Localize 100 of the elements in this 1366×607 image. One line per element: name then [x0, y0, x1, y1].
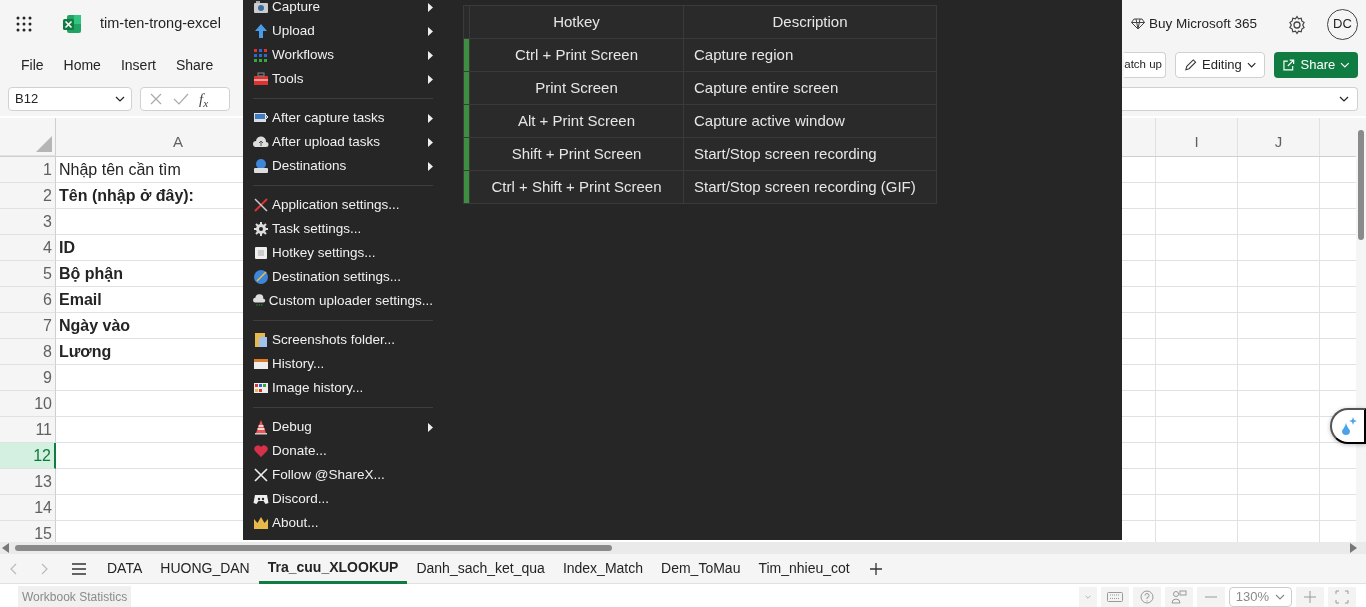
app-launcher-icon[interactable]: [16, 16, 32, 32]
row-header[interactable]: 8: [0, 339, 56, 365]
scroll-right-icon[interactable]: [1350, 543, 1358, 553]
catch-up-button[interactable]: atch up: [1124, 52, 1166, 78]
zoom-dropdown[interactable]: 130%: [1228, 586, 1292, 607]
table-cell[interactable]: [1156, 391, 1238, 417]
table-cell[interactable]: [1238, 417, 1320, 443]
zoom-out-button[interactable]: [1196, 586, 1225, 607]
table-cell[interactable]: [1156, 235, 1238, 261]
menu-item[interactable]: Tools: [253, 67, 433, 91]
table-cell[interactable]: [1238, 235, 1320, 261]
sheet-tab[interactable]: Dem_ToMau: [652, 553, 750, 584]
ribbon-tab[interactable]: Home: [53, 54, 111, 76]
scrollbar[interactable]: [15, 545, 612, 551]
menu-item[interactable]: Destination settings...: [253, 265, 433, 289]
table-cell[interactable]: [1156, 469, 1238, 495]
table-cell[interactable]: [1238, 365, 1320, 391]
select-all-icon[interactable]: [36, 136, 52, 152]
menu-item[interactable]: Task settings...: [253, 217, 433, 241]
scroll-left-icon[interactable]: [2, 543, 10, 553]
row-header[interactable]: 1: [0, 157, 56, 183]
document-title[interactable]: tim-ten-trong-excel: [100, 13, 221, 35]
ribbon-tab[interactable]: Share: [165, 54, 224, 76]
menu-item[interactable]: Discord...: [253, 487, 433, 511]
sheet-tab[interactable]: Index_Match: [553, 553, 653, 584]
row-header[interactable]: 4: [0, 235, 56, 261]
ribbon-tab[interactable]: File: [11, 54, 54, 76]
table-cell[interactable]: [1238, 157, 1320, 183]
fullscreen-button[interactable]: [1328, 586, 1356, 607]
menu-item[interactable]: Application settings...: [253, 193, 433, 217]
ribbon-tab[interactable]: Insert: [110, 54, 166, 76]
menu-item[interactable]: Custom uploader settings...: [253, 289, 433, 313]
row-header[interactable]: 14: [0, 495, 56, 521]
table-cell[interactable]: [1238, 391, 1320, 417]
row-header[interactable]: 2: [0, 183, 56, 209]
column-header[interactable]: A: [56, 118, 243, 156]
row-header[interactable]: 13: [0, 469, 56, 495]
chevron-down-icon[interactable]: [115, 96, 125, 102]
menu-item[interactable]: Screenshots folder...: [253, 328, 433, 352]
table-cell[interactable]: [1156, 287, 1238, 313]
menu-item[interactable]: Upload: [253, 19, 433, 43]
row-header[interactable]: 3: [0, 209, 56, 235]
column-header[interactable]: J: [1238, 118, 1320, 156]
menu-item[interactable]: Capture: [253, 0, 433, 19]
row-header[interactable]: 9: [0, 365, 56, 391]
menu-item[interactable]: Hotkey settings...: [253, 241, 433, 265]
table-cell[interactable]: [1238, 469, 1320, 495]
row-header[interactable]: 12: [0, 443, 56, 469]
menu-item[interactable]: Debug: [253, 415, 433, 439]
expand-status-button[interactable]: [1078, 586, 1097, 607]
check-icon[interactable]: [173, 92, 189, 106]
settings-icon[interactable]: [1287, 14, 1307, 35]
row-header[interactable]: 15: [0, 521, 56, 542]
zoom-in-button[interactable]: [1296, 586, 1324, 607]
table-cell[interactable]: [1238, 313, 1320, 339]
next-sheet-icon[interactable]: [40, 562, 50, 575]
table-cell[interactable]: [1156, 157, 1238, 183]
add-sheet-icon[interactable]: [868, 562, 883, 577]
menu-item[interactable]: Workflows: [253, 43, 433, 67]
table-cell[interactable]: [1238, 443, 1320, 469]
menu-item[interactable]: Image history...: [253, 376, 433, 400]
table-cell[interactable]: [1156, 261, 1238, 287]
sheet-tab[interactable]: DATA: [98, 553, 152, 584]
row-header[interactable]: 10: [0, 391, 56, 417]
menu-item[interactable]: After capture tasks: [253, 106, 433, 130]
table-cell[interactable]: [1238, 209, 1320, 235]
scrollbar[interactable]: [1358, 130, 1364, 240]
table-cell[interactable]: [1238, 339, 1320, 365]
expand-icon[interactable]: [1339, 96, 1349, 102]
sheet-tab[interactable]: Tim_nhieu_cot: [749, 553, 859, 584]
menu-item[interactable]: Follow @ShareX...: [253, 463, 433, 487]
table-cell[interactable]: [1238, 261, 1320, 287]
table-cell[interactable]: [1238, 495, 1320, 521]
share-button[interactable]: Share: [1274, 52, 1358, 78]
menu-item[interactable]: After upload tasks: [253, 130, 433, 154]
menu-item[interactable]: History...: [253, 352, 433, 376]
buy-button[interactable]: Buy Microsoft 365: [1130, 13, 1257, 35]
formula-input[interactable]: [1122, 87, 1358, 111]
menu-item[interactable]: Destinations: [253, 154, 433, 178]
menu-item[interactable]: About...: [253, 511, 433, 535]
table-cell[interactable]: [1156, 339, 1238, 365]
sheet-tab[interactable]: HUONG_DAN: [151, 553, 259, 584]
table-cell[interactable]: [1156, 183, 1238, 209]
row-header[interactable]: 7: [0, 313, 56, 339]
feedback-button[interactable]: [1164, 586, 1193, 607]
cancel-icon[interactable]: [149, 92, 163, 106]
editing-button[interactable]: Editing: [1175, 52, 1265, 78]
row-header[interactable]: 11: [0, 417, 56, 443]
table-cell[interactable]: [1156, 209, 1238, 235]
table-cell[interactable]: [1238, 287, 1320, 313]
menu-item[interactable]: Donate...: [253, 439, 433, 463]
column-header[interactable]: I: [1156, 118, 1238, 156]
row-header[interactable]: 5: [0, 261, 56, 287]
table-cell[interactable]: [1156, 365, 1238, 391]
table-cell[interactable]: [1156, 313, 1238, 339]
keyboard-button[interactable]: [1100, 586, 1129, 607]
table-cell[interactable]: [1238, 183, 1320, 209]
table-cell[interactable]: [1156, 495, 1238, 521]
caret-icon[interactable]: [1246, 62, 1256, 68]
menu-icon[interactable]: [72, 562, 86, 575]
